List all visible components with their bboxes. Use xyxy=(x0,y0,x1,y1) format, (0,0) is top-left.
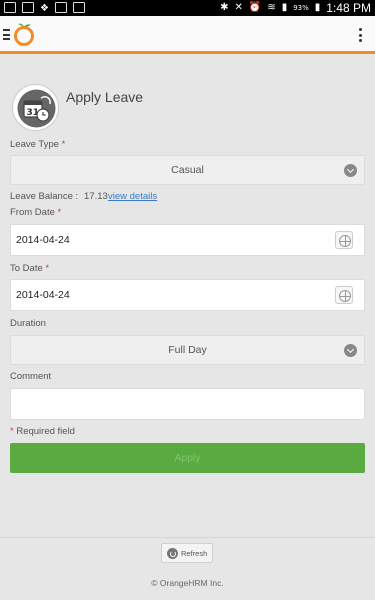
chevron-down-icon xyxy=(344,164,357,177)
bluetooth-icon: ✱ xyxy=(220,2,229,13)
status-bar: ❖ ✱ ✕ ⏰ ≋ ▮ 93% ▮ 1:48 PM xyxy=(0,0,375,16)
comment-field[interactable] xyxy=(10,388,365,420)
required-field-note: * Required field xyxy=(10,426,75,437)
footer-divider xyxy=(0,537,375,538)
to-date-field[interactable]: 2014-04-24 xyxy=(10,279,365,311)
app-bar xyxy=(0,16,375,54)
leave-balance-value: 17.13 xyxy=(84,191,108,202)
refresh-button[interactable]: Refresh xyxy=(161,543,213,563)
from-date-value: 2014-04-24 xyxy=(16,234,70,246)
to-date-value: 2014-04-24 xyxy=(16,289,70,301)
duration-label: Duration xyxy=(10,318,46,329)
duration-select[interactable]: Full Day xyxy=(10,335,365,365)
battery-icon: ▮ xyxy=(314,2,321,13)
comment-label: Comment xyxy=(10,371,52,382)
email-icon xyxy=(54,2,67,13)
dropbox-icon: ❖ xyxy=(40,3,49,14)
apply-button[interactable]: Apply xyxy=(10,443,365,473)
apply-leave-icon: 31 xyxy=(12,84,59,131)
orangehrm-logo[interactable] xyxy=(11,21,37,47)
from-date-label: From Date * xyxy=(10,207,62,218)
from-date-field[interactable]: 2014-04-24 xyxy=(10,224,365,256)
hamburger-menu-icon[interactable] xyxy=(3,29,10,40)
leave-balance-label: Leave Balance : xyxy=(10,191,79,202)
image-icon xyxy=(22,2,34,13)
wifi-icon: ≋ xyxy=(267,2,276,13)
view-details-link[interactable]: view details xyxy=(108,191,157,202)
overflow-menu-icon[interactable] xyxy=(359,28,362,42)
leave-balance: Leave Balance : 17.13 view details xyxy=(10,191,157,202)
battery-percent: 93% xyxy=(293,4,309,12)
page-title: Apply Leave xyxy=(66,89,144,105)
signal-icon: ▮ xyxy=(281,2,288,13)
duration-value: Full Day xyxy=(168,344,207,356)
leave-type-value: Casual xyxy=(171,164,204,176)
mute-icon: ✕ xyxy=(234,2,243,13)
to-date-label: To Date * xyxy=(10,263,50,274)
gallery-icon xyxy=(4,2,16,13)
clock: 1:48 PM xyxy=(326,1,371,15)
alarm-icon: ⏰ xyxy=(248,2,262,13)
checkbox-icon xyxy=(72,2,85,13)
refresh-icon xyxy=(167,548,178,559)
leave-type-label: Leave Type * xyxy=(10,139,66,150)
to-date-calendar-icon[interactable] xyxy=(335,286,353,304)
from-date-calendar-icon[interactable] xyxy=(335,231,353,249)
chevron-down-icon xyxy=(344,344,357,357)
refresh-label: Refresh xyxy=(181,549,208,558)
copyright: © OrangeHRM Inc. xyxy=(151,578,224,588)
leave-type-select[interactable]: Casual xyxy=(10,155,365,185)
